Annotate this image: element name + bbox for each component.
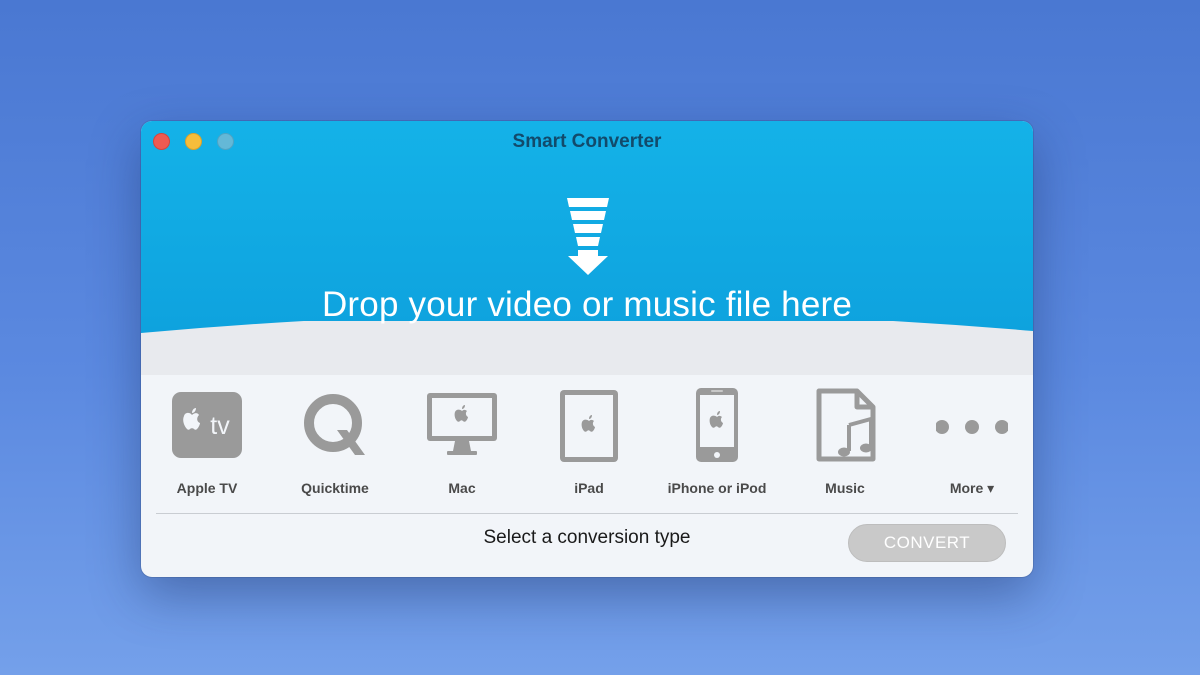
convert-button[interactable]: CONVERT [848,524,1006,562]
device-apple-tv[interactable]: tv Apple TV [142,385,272,500]
ipad-icon [560,390,618,462]
device-label: iPad [574,480,604,496]
divider [156,513,1018,514]
iphone-icon [696,388,738,462]
apple-tv-badge: tv [210,412,230,440]
device-music[interactable]: Music [780,385,910,500]
drop-prompt-text: Drop your video or music file here [321,285,853,324]
app-window: Smart Converter Drop your video or music… [141,121,1033,577]
drop-zone[interactable]: Smart Converter Drop your video or music… [141,121,1033,375]
device-iphone[interactable]: iPhone or iPod [652,385,782,500]
drop-arrow-icon [567,198,609,275]
quicktime-icon [304,394,365,455]
device-label: iPhone or iPod [667,480,767,496]
more-dots-icon [936,420,1008,434]
device-label: More ▾ [949,480,995,496]
device-label: Quicktime [301,480,369,496]
device-label: Apple TV [176,480,238,496]
apple-tv-icon: tv [172,392,242,458]
music-file-icon [816,388,876,462]
device-quicktime[interactable]: Quicktime [270,385,400,500]
device-mac[interactable]: Mac [397,385,527,500]
window-title: Smart Converter [512,131,662,152]
device-ipad[interactable]: iPad [524,385,654,500]
drop-zone-wave [141,321,1033,375]
device-label: Mac [448,480,476,496]
device-label: Music [825,480,865,496]
mac-monitor-icon [427,393,497,455]
conversion-type-list: tv Apple TV Quicktime Mac iPad iPhone or… [141,385,1033,505]
device-more-dropdown[interactable]: More ▾ [907,385,1033,500]
